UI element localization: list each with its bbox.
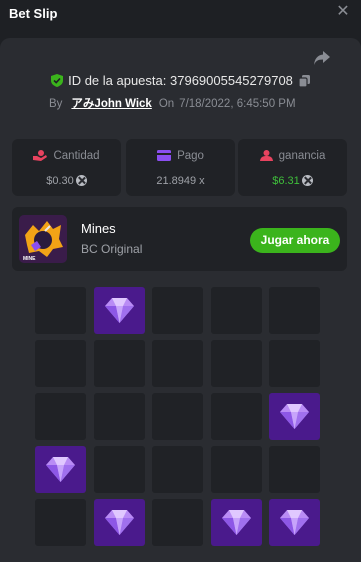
close-icon[interactable]: ✕: [335, 4, 351, 20]
user-link[interactable]: アみJohn Wick: [71, 98, 151, 110]
mine-tile-gem: [210, 499, 262, 546]
share-icon[interactable]: [313, 50, 331, 66]
copy-icon[interactable]: [298, 75, 310, 87]
game-provider: BC Original: [81, 242, 143, 256]
stat-profit-label: ganancia: [278, 150, 326, 162]
mine-tile: [152, 446, 203, 493]
mine-tile: [35, 287, 86, 334]
gem-icon: [280, 404, 309, 429]
mine-tile: [269, 340, 320, 387]
stat-payout: Pago 21.8949 x: [126, 139, 235, 196]
by-label: By: [49, 98, 63, 110]
stat-amount-value: $0.30: [46, 175, 74, 187]
mine-tile-gem: [93, 287, 145, 334]
mine-tile: [210, 340, 262, 387]
bet-author-row: By アみJohn Wick On 7/18/2022, 6:45:50 PM: [49, 95, 296, 111]
profit-person-icon: [259, 150, 273, 161]
mine-tile-gem: [93, 499, 145, 546]
bet-id-value: 37969005545279708: [170, 73, 293, 88]
mine-tile: [152, 287, 203, 334]
mine-tile: [152, 393, 203, 440]
mine-tile-gem: [35, 446, 86, 493]
gem-icon: [46, 457, 75, 482]
mine-tile: [152, 340, 203, 387]
bet-id-row: ID de la apuesta: 37969005545279708: [0, 73, 361, 89]
mine-tile: [210, 446, 262, 493]
coins-hand-icon: [33, 150, 48, 161]
play-now-button[interactable]: Jugar ahora: [250, 228, 340, 253]
stat-amount: Cantidad $0.30: [12, 139, 121, 196]
coin-icon: [301, 175, 313, 186]
stat-payout-label: Pago: [177, 150, 204, 162]
mine-tile: [93, 340, 145, 387]
mine-tile-gem: [269, 393, 320, 440]
gem-icon: [104, 298, 134, 323]
header-title: Bet Slip: [9, 6, 58, 21]
on-label: On: [158, 98, 175, 110]
stat-profit-value: $6.31: [272, 175, 300, 187]
gem-icon: [221, 510, 251, 535]
svg-text:MINE: MINE: [23, 256, 36, 262]
bet-id-label: ID de la apuesta:: [68, 73, 167, 88]
mine-tile: [93, 446, 145, 493]
stat-profit: ganancia $6.31: [238, 139, 347, 196]
bet-date: 7/18/2022, 6:45:50 PM: [179, 98, 296, 110]
mine-tile-gem: [269, 499, 320, 546]
coin-icon: [75, 175, 87, 186]
mine-tile: [269, 287, 320, 334]
shield-check-icon: [51, 74, 64, 87]
mine-tile: [35, 340, 86, 387]
stat-amount-label: Cantidad: [53, 150, 100, 162]
mine-tile: [35, 499, 86, 546]
mines-game-thumbnail: MINE: [19, 215, 67, 263]
gem-icon: [280, 510, 309, 535]
wallet-icon: [157, 150, 172, 161]
game-name: Mines: [81, 221, 116, 236]
mine-tile: [269, 446, 320, 493]
mine-tile: [210, 393, 262, 440]
mine-tile: [93, 393, 145, 440]
mine-tile: [210, 287, 262, 334]
header: Bet Slip ✕: [0, 0, 361, 38]
mine-tile: [35, 393, 86, 440]
game-card: MINE Mines BC Original Jugar ahora: [12, 207, 347, 271]
mine-tile: [152, 499, 203, 546]
stat-payout-value: 21.8949 x: [156, 175, 205, 187]
gem-icon: [104, 510, 134, 535]
